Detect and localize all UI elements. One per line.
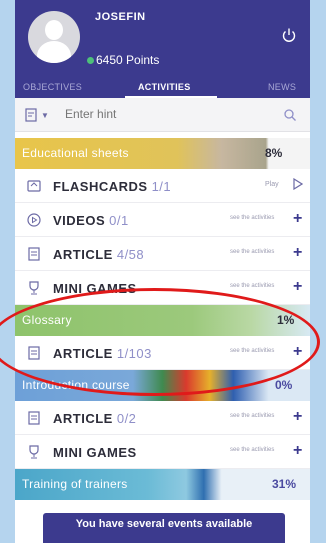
list-item-mini-games[interactable]: MINI GAMES see the activities +	[15, 435, 310, 469]
see-activities-link[interactable]: see the activities	[230, 413, 274, 419]
plus-icon[interactable]: +	[293, 343, 302, 361]
item-title: FLASHCARDS 1/1	[53, 179, 172, 194]
item-title: ARTICLE 4/58	[53, 247, 145, 262]
section-title: Educational sheets	[22, 146, 129, 160]
document-icon	[28, 411, 40, 425]
tab-activities[interactable]: ACTIVITIES	[138, 82, 191, 92]
item-count: 0/2	[116, 411, 137, 426]
trophy-icon	[29, 281, 39, 295]
username: JOSEFIN	[95, 11, 146, 23]
tab-bar: OBJECTIVES ACTIVITIES NEWS	[15, 80, 310, 98]
see-activities-link[interactable]: see the activities	[230, 249, 274, 255]
plus-icon[interactable]: +	[293, 244, 302, 262]
item-title: MINI GAMES	[53, 445, 137, 460]
document-icon	[28, 247, 40, 261]
play-link[interactable]: Play	[265, 181, 279, 188]
list-item-mini-games[interactable]: MINI GAMES see the activities +	[15, 271, 310, 305]
play-icon[interactable]	[293, 178, 303, 190]
avatar-head-shape	[45, 20, 63, 40]
list-item-article[interactable]: ARTICLE 1/103 see the activities +	[15, 336, 310, 370]
section-progress: 0%	[275, 378, 293, 392]
item-title: VIDEOS 0/1	[53, 213, 129, 228]
see-activities-link[interactable]: see the activities	[230, 215, 274, 221]
list-item-flashcards[interactable]: FLASHCARDS 1/1 Play	[15, 169, 310, 203]
section-title: Training of trainers	[22, 477, 128, 491]
search-input[interactable]	[65, 104, 265, 124]
play-circle-icon	[27, 213, 41, 227]
section-banner-introduction-course[interactable]: Introduction course 0%	[15, 370, 310, 401]
section-banner-educational-sheets[interactable]: Educational sheets 8%	[15, 138, 310, 169]
item-title: ARTICLE 1/103	[53, 346, 152, 361]
trophy-icon	[29, 445, 39, 459]
document-icon	[28, 346, 40, 360]
list-item-article[interactable]: ARTICLE 4/58 see the activities +	[15, 237, 310, 271]
points-dot-icon	[87, 57, 94, 65]
events-notification-button[interactable]: You have several events available	[43, 513, 285, 543]
points-badge: 6450 Points	[87, 53, 159, 67]
tab-objectives[interactable]: OBJECTIVES	[23, 82, 82, 92]
item-title: MINI GAMES	[53, 281, 137, 296]
section-progress: 31%	[272, 477, 297, 491]
section-banner-glossary[interactable]: Glossary 1%	[15, 305, 310, 336]
list-item-videos[interactable]: VIDEOS 0/1 see the activities +	[15, 203, 310, 237]
section-progress: 1%	[277, 313, 295, 327]
item-title: ARTICLE 0/2	[53, 411, 137, 426]
app-screen: JOSEFIN 6450 Points OBJECTIVES ACTIVITIE…	[15, 0, 310, 543]
power-icon[interactable]	[281, 27, 297, 43]
chevron-down-icon: ▼	[41, 111, 49, 120]
plus-icon[interactable]: +	[293, 278, 302, 296]
see-activities-link[interactable]: see the activities	[230, 447, 274, 453]
points-label: 6450 Points	[96, 53, 160, 67]
filter-dropdown[interactable]: ▼	[25, 107, 51, 123]
plus-icon[interactable]: +	[293, 442, 302, 460]
filter-icon	[25, 108, 37, 122]
section-banner-training-of-trainers[interactable]: Training of trainers 31%	[15, 469, 310, 500]
avatar[interactable]	[28, 11, 80, 63]
search-bar: ▼	[15, 98, 310, 132]
see-activities-link[interactable]: see the activities	[230, 283, 274, 289]
item-count: 1/103	[116, 346, 152, 361]
section-title: Introduction course	[22, 378, 130, 392]
profile-header: JOSEFIN 6450 Points OBJECTIVES ACTIVITIE…	[15, 0, 310, 98]
search-icon[interactable]	[283, 108, 297, 122]
item-count: 1/1	[151, 179, 172, 194]
see-activities-link[interactable]: see the activities	[230, 348, 274, 354]
item-count: 0/1	[109, 213, 129, 228]
plus-icon[interactable]: +	[293, 408, 302, 426]
section-title: Glossary	[22, 313, 72, 327]
tab-news[interactable]: NEWS	[268, 82, 296, 92]
section-progress: 8%	[265, 146, 283, 160]
item-count: 4/58	[116, 247, 145, 262]
avatar-body-shape	[37, 41, 71, 63]
flashcard-icon	[27, 180, 41, 192]
list-item-article[interactable]: ARTICLE 0/2 see the activities +	[15, 401, 310, 435]
plus-icon[interactable]: +	[293, 210, 302, 228]
